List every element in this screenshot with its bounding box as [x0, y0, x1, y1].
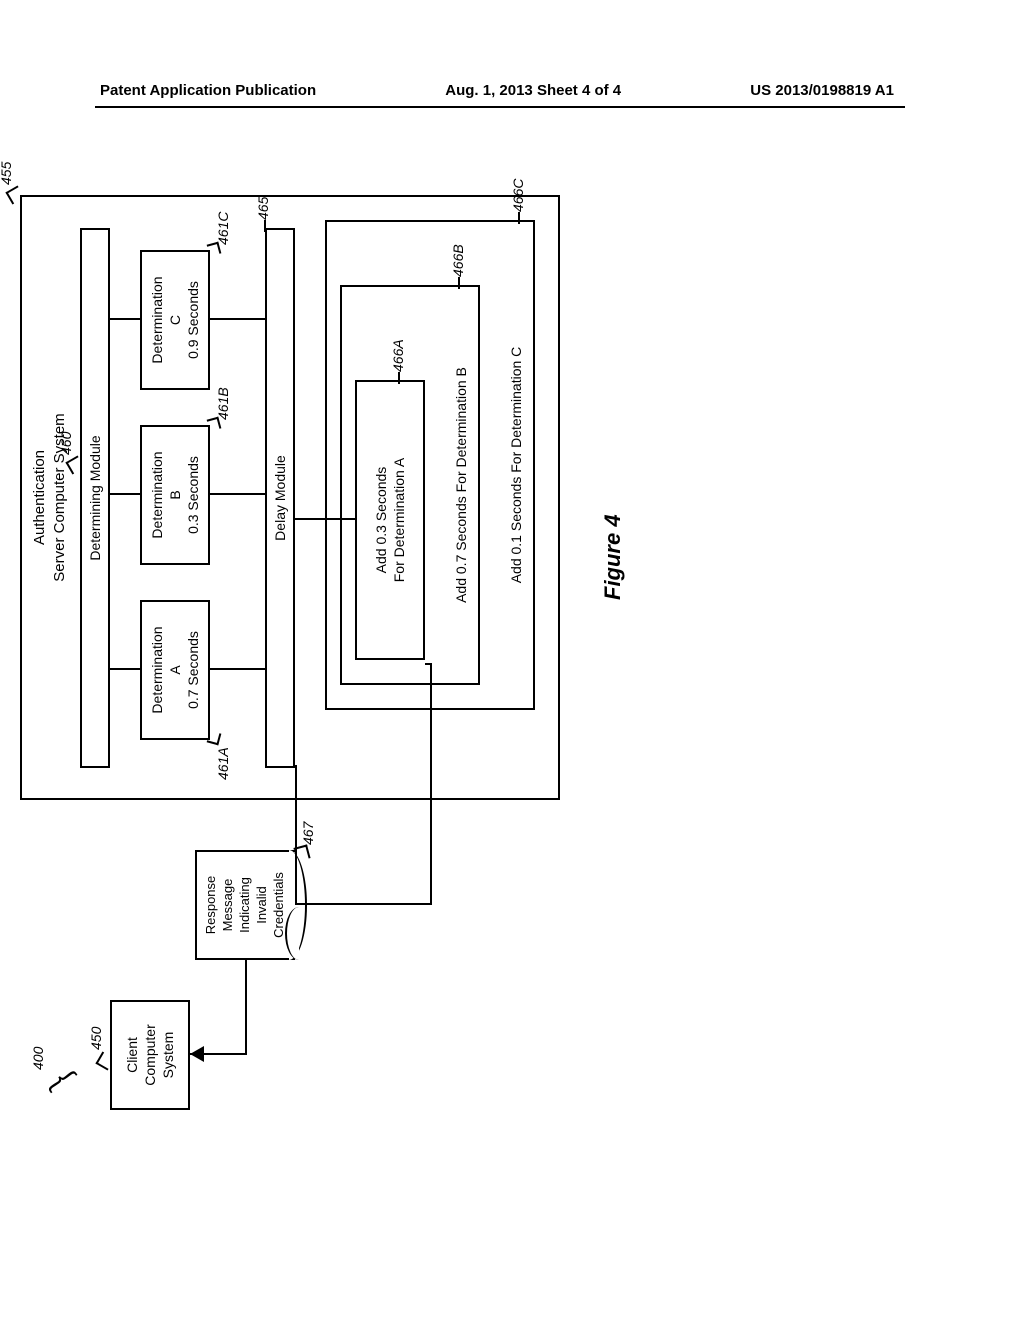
- ref-466b: 466B: [450, 244, 466, 277]
- ref-lead-466a: [398, 372, 400, 384]
- client-label: Client Computer System: [123, 1024, 178, 1085]
- determination-c-box: Determination C 0.9 Seconds: [140, 250, 210, 390]
- response-label: Response Message Indicating Invalid Cred…: [203, 872, 286, 938]
- page-header: Patent Application Publication Aug. 1, 2…: [0, 82, 1024, 99]
- det-b-label: Determination B 0.3 Seconds: [148, 451, 203, 538]
- connector: [210, 493, 265, 495]
- delay-box: Delay Module: [265, 228, 295, 768]
- response-doc: Response Message Indicating Invalid Cred…: [195, 850, 295, 960]
- header-middle: Aug. 1, 2013 Sheet 4 of 4: [445, 82, 621, 99]
- add-b-label: Add 0.7 Seconds For Determination B: [452, 287, 470, 683]
- add-a-box: Add 0.3 Seconds For Determination A: [355, 380, 425, 660]
- arrowhead-icon: [190, 1046, 204, 1062]
- ref-465: 465: [255, 197, 271, 220]
- determining-label: Determining Module: [86, 435, 104, 560]
- connector: [425, 663, 432, 665]
- brace-icon: ︷: [38, 1056, 76, 1089]
- ref-450: 450: [88, 1027, 104, 1050]
- connector: [295, 518, 355, 520]
- client-box: Client Computer System: [110, 1000, 190, 1110]
- determination-a-box: Determination A 0.7 Seconds: [140, 600, 210, 740]
- ref-466a: 466A: [390, 339, 406, 372]
- ref-467: 467: [300, 822, 316, 845]
- connector: [210, 318, 265, 320]
- ref-460: 460: [58, 432, 74, 455]
- ref-455: 455: [0, 162, 14, 185]
- ref-461c: 461C: [215, 212, 231, 245]
- determining-box: Determining Module: [80, 228, 110, 768]
- determination-b-box: Determination B 0.3 Seconds: [140, 425, 210, 565]
- ref-461b: 461B: [215, 387, 231, 420]
- ref-lead-466c: [518, 212, 520, 224]
- connector: [110, 668, 140, 670]
- figure-area: 400 ︷ Client Computer System 450 Respons…: [50, 260, 970, 1020]
- header-right: US 2013/0198819 A1: [750, 82, 894, 99]
- delay-label: Delay Module: [271, 455, 289, 541]
- ref-461a: 461A: [215, 747, 231, 780]
- add-a-label: Add 0.3 Seconds For Determination A: [372, 458, 408, 583]
- header-left: Patent Application Publication: [100, 82, 316, 99]
- det-c-label: Determination C 0.9 Seconds: [148, 276, 203, 363]
- connector: [110, 318, 140, 320]
- ref-466c: 466C: [510, 179, 526, 212]
- ref-lead-465: [264, 220, 266, 232]
- connector: [430, 665, 432, 905]
- server-title: Authentication Server Computer System: [30, 197, 69, 798]
- det-a-label: Determination A 0.7 Seconds: [148, 626, 203, 713]
- add-c-label: Add 0.1 Seconds For Determination C: [507, 222, 525, 708]
- connector: [295, 765, 297, 905]
- header-rule: [95, 106, 905, 108]
- connector: [110, 493, 140, 495]
- arrow-line: [245, 960, 247, 1055]
- figure-caption: Figure 4: [600, 514, 626, 600]
- connector: [210, 668, 265, 670]
- ref-lead-466b: [458, 277, 460, 289]
- connector: [295, 903, 430, 905]
